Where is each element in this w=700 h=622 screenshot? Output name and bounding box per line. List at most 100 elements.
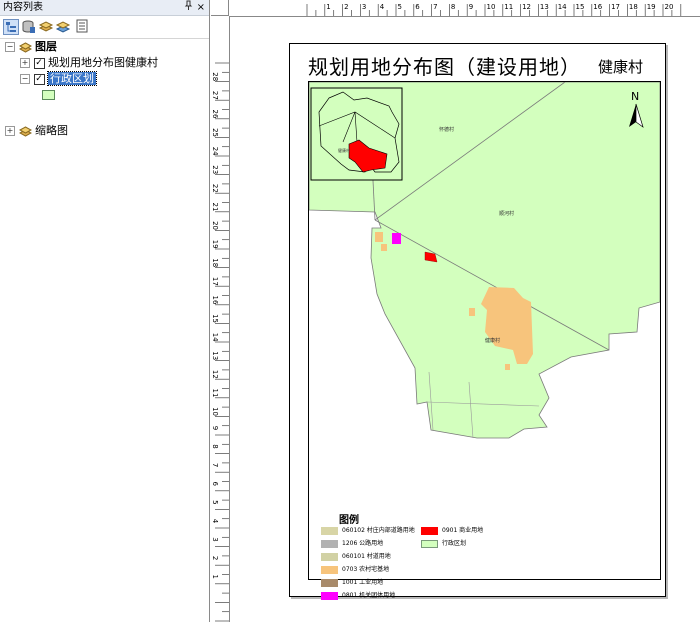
layer2-visibility-checkbox[interactable]: ✓ — [33, 73, 45, 85]
ruler-label: 12 — [522, 3, 531, 11]
ruler-label: 6 — [211, 482, 219, 487]
legend-item[interactable]: 1001 工业用地 — [321, 578, 383, 587]
village-name[interactable]: 健康村 — [598, 56, 643, 77]
legend-label: 060102 村庄内部道路用地 — [342, 527, 415, 534]
list-by-source-button[interactable] — [21, 19, 37, 35]
legend-item[interactable]: 0901 商业用地 — [421, 526, 483, 535]
ruler-label: 23 — [211, 165, 219, 174]
ruler-label: 22 — [211, 184, 219, 193]
ruler-label: 14 — [558, 3, 567, 11]
legend-label: 0801 机关团体用地 — [342, 592, 396, 599]
layers-icon — [18, 41, 32, 53]
ruler-label: 16 — [211, 296, 219, 305]
ruler-label: 19 — [211, 240, 219, 249]
options-button[interactable] — [75, 19, 91, 35]
residential-land-polygon — [381, 244, 387, 251]
legend-label: 0901 商业用地 — [442, 527, 484, 534]
legend-item[interactable]: 0703 农村宅基地 — [321, 565, 389, 574]
layer2-swatch — [42, 90, 55, 100]
legend-swatch — [421, 526, 438, 535]
ruler-label: 11 — [211, 389, 219, 398]
close-button[interactable]: × — [197, 0, 205, 15]
ruler-label: 2 — [211, 556, 219, 560]
ruler-label: 4 — [380, 3, 385, 11]
legend-label: 060101 村道用地 — [342, 553, 391, 560]
ruler-label: 13 — [540, 3, 549, 11]
layout-page[interactable]: 规划用地分布图（建设用地） 健康村 怀德村 顺河村 健康村 健康村 N 图例 0… — [289, 43, 666, 600]
label-main-village: 健康村 — [485, 337, 500, 344]
ruler-label: 25 — [211, 128, 219, 137]
legend-swatch — [321, 591, 338, 600]
list-by-selection-button[interactable] — [55, 19, 71, 35]
ruler-label: 17 — [611, 3, 620, 11]
ruler-label: 5 — [211, 500, 219, 504]
tree-row-layer2[interactable]: − ✓ 行政区划 — [20, 71, 97, 86]
main-map[interactable]: 怀德村 顺河村 健康村 健康村 N — [309, 82, 660, 579]
ruler-label: 26 — [211, 110, 219, 119]
layout-canvas[interactable]: 规划用地分布图（建设用地） 健康村 怀德村 顺河村 健康村 健康村 N 图例 0… — [230, 17, 700, 622]
layer1-visibility-checkbox[interactable]: ✓ — [33, 57, 45, 69]
ruler-label: 1 — [211, 575, 219, 579]
ruler-label: 7 — [211, 463, 219, 467]
ruler-label: 13 — [211, 351, 219, 360]
residential-land-polygon — [375, 232, 383, 242]
inset-overview-map[interactable]: 健康村 — [310, 87, 403, 181]
legend-item[interactable]: 行政区划 — [421, 539, 466, 548]
ruler-corner — [211, 0, 229, 16]
collapse-layer2-toggle[interactable]: − — [20, 74, 30, 84]
residential-land-polygon — [469, 308, 475, 316]
ruler-label: 17 — [211, 277, 219, 286]
layer2-label[interactable]: 行政区划 — [47, 71, 97, 86]
toc-title-bar: 内容列表 × — [0, 0, 209, 16]
legend-item[interactable]: 0801 机关团体用地 — [321, 591, 395, 600]
ruler-label: 4 — [211, 519, 219, 524]
ruler-label: 8 — [451, 3, 455, 11]
tree-row-overview[interactable]: + 缩略图 — [5, 123, 68, 138]
ruler-label: 18 — [629, 3, 638, 11]
ruler-label: 6 — [415, 3, 420, 11]
tree-row-layers[interactable]: − 图层 — [5, 39, 57, 54]
map-frame[interactable]: 怀德村 顺河村 健康村 健康村 N 图例 060102 村庄内部道路用地 120… — [308, 81, 661, 600]
legend-title[interactable]: 图例 — [339, 511, 359, 526]
tree-row-layer1[interactable]: + ✓ 规划用地分布图健康村 — [20, 55, 158, 70]
legend-swatch — [321, 565, 338, 574]
overview-label: 缩略图 — [35, 124, 68, 137]
ruler-label: 2 — [344, 3, 348, 11]
legend-swatch — [321, 552, 338, 561]
ruler-label: 3 — [362, 3, 366, 11]
ruler-label: 7 — [433, 3, 437, 11]
expand-layer1-toggle[interactable]: + — [20, 58, 30, 68]
legend-item[interactable]: 060101 村道用地 — [321, 552, 391, 561]
ruler-label: 19 — [647, 3, 656, 11]
layer2-symbol[interactable] — [42, 89, 55, 104]
ruler-label: 9 — [211, 426, 219, 430]
ruler-label: 18 — [211, 258, 219, 267]
expand-overview-toggle[interactable]: + — [5, 126, 15, 136]
vertical-ruler[interactable]: 28 27 26 25 24 23 22 21 20 19 18 17 16 15 14 13 12 11 10 9 8… — [211, 16, 230, 622]
inset-label: 健康村 — [338, 147, 350, 153]
legend-item[interactable]: 1206 公路用地 — [321, 539, 383, 548]
ruler-label: 16 — [593, 3, 602, 11]
ruler-label: 10 — [487, 3, 496, 11]
toc-toolbar — [0, 16, 209, 39]
collapse-layers-toggle[interactable]: − — [5, 42, 15, 52]
ruler-label: 8 — [211, 444, 219, 448]
table-of-contents-pane: 内容列表 × − 图层 + ✓ 规划用地分布图健康村 − ✓ 行政区划 + 缩略… — [0, 0, 210, 622]
list-by-visibility-button[interactable] — [38, 19, 54, 35]
legend-swatch — [421, 539, 438, 548]
ruler-label: 10 — [211, 407, 219, 416]
ruler-label: 11 — [504, 3, 513, 11]
map-title[interactable]: 规划用地分布图（建设用地） — [308, 51, 581, 80]
list-by-drawing-order-button[interactable] — [3, 19, 19, 35]
legend-swatch — [321, 526, 338, 535]
legend-label: 行政区划 — [442, 540, 467, 547]
ruler-label: 28 — [211, 72, 219, 81]
layers-icon — [18, 125, 32, 137]
legend-label: 1001 工业用地 — [342, 579, 384, 586]
horizontal-ruler[interactable]: 1 2 3 4 5 6 7 8 9 10 11 12 13 14 15 16 17 18 19 20 — [229, 0, 700, 17]
ruler-label: 20 — [665, 3, 674, 11]
pin-icon[interactable] — [184, 0, 193, 15]
layer1-label[interactable]: 规划用地分布图健康村 — [48, 56, 158, 69]
legend-item[interactable]: 060102 村庄内部道路用地 — [321, 526, 415, 535]
ruler-label: 12 — [211, 370, 219, 379]
